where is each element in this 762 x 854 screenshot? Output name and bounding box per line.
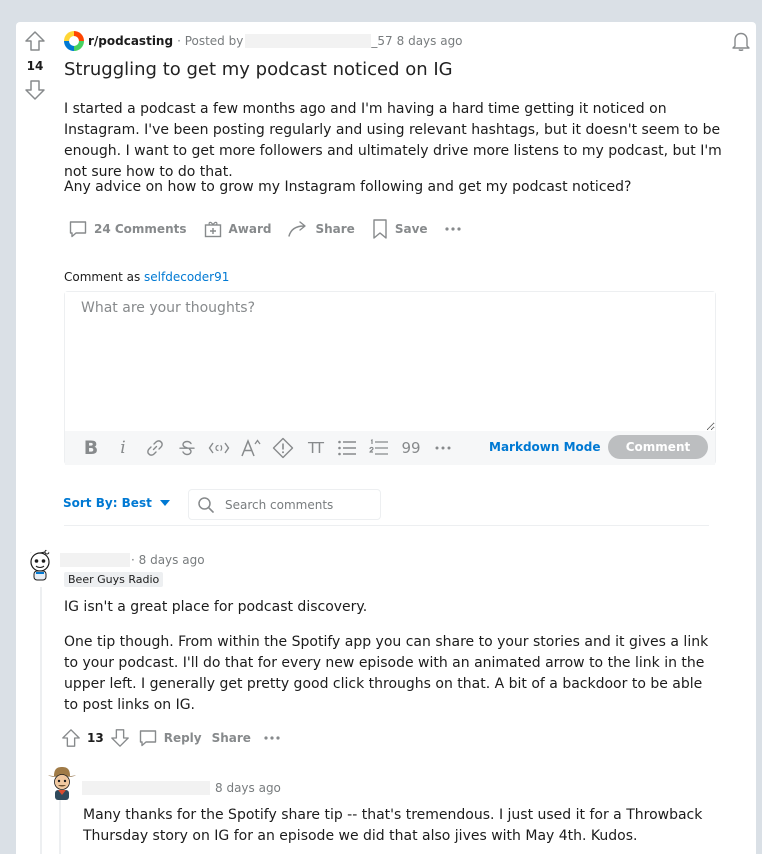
submit-comment-button[interactable]: Comment — [608, 435, 708, 459]
superscript-icon[interactable] — [235, 434, 267, 462]
save-button[interactable]: Save — [365, 214, 434, 244]
caret-down-icon — [159, 500, 170, 506]
heading-button[interactable]: TT — [299, 434, 331, 462]
post-title: Struggling to get my podcast noticed on … — [64, 59, 453, 80]
comments-button[interactable]: 24 Comments — [62, 215, 193, 243]
share-label: Share — [211, 731, 251, 745]
current-username[interactable]: selfdecoder91 — [144, 270, 229, 284]
numbered-list-icon[interactable] — [363, 434, 395, 462]
post-actions: 24 Comments Award Share Save — [62, 214, 478, 244]
author-redacted — [245, 34, 372, 48]
markdown-mode-button[interactable]: Markdown Mode — [489, 440, 601, 454]
more-options-icon[interactable] — [438, 222, 474, 236]
author-suffix[interactable]: _57 — [371, 34, 392, 48]
strikethrough-icon[interactable] — [171, 434, 203, 462]
comment-editor: B i TT 99 — [64, 291, 716, 465]
user-flair: Beer Guys Radio — [64, 572, 164, 587]
comment-icon — [139, 730, 156, 747]
bookmark-icon — [373, 219, 387, 239]
comment-actions: 13 Reply Share — [61, 728, 289, 748]
comment-text: Many thanks for the Spotify share tip --… — [83, 807, 703, 844]
reply-label: Reply — [163, 731, 202, 745]
post-card: 14 r/podcasting · Posted by _57 8 days a… — [16, 22, 756, 854]
comment-score: 13 — [87, 731, 104, 745]
comment-downvote-icon[interactable] — [110, 728, 130, 748]
post-body-paragraph: Any advice on how to grow my Instagram f… — [64, 179, 632, 195]
link-icon[interactable] — [139, 434, 171, 462]
spoiler-icon[interactable] — [267, 434, 299, 462]
post-meta: r/podcasting · Posted by _57 8 days ago — [64, 31, 463, 51]
comment-time[interactable]: · 8 days ago — [131, 553, 205, 567]
quote-button[interactable]: 99 — [395, 434, 427, 462]
subreddit-link[interactable]: r/podcasting — [88, 34, 173, 48]
share-button[interactable]: Share — [281, 215, 360, 243]
comment-meta: · 8 days ago — [60, 553, 205, 567]
comment-text: One tip though. From within the Spotify … — [64, 634, 709, 713]
author-redacted — [60, 553, 130, 567]
comment-icon — [69, 221, 87, 238]
sort-label: Sort By: Best — [63, 496, 152, 510]
comment-time[interactable]: 8 days ago — [215, 781, 281, 795]
comment-share-button[interactable]: Share — [212, 731, 251, 745]
code-icon[interactable] — [203, 434, 235, 462]
italic-button[interactable]: i — [107, 434, 139, 462]
more-formatting-icon[interactable] — [427, 434, 459, 462]
thread-line[interactable] — [59, 800, 61, 854]
posted-by-label: · Posted by — [177, 34, 244, 48]
comments-count: 24 Comments — [94, 222, 187, 236]
reply-button[interactable]: Reply — [138, 728, 202, 748]
bell-icon[interactable] — [730, 30, 752, 52]
award-icon — [204, 221, 221, 238]
comment-meta: 8 days ago — [82, 781, 281, 795]
comment-search-box[interactable] — [188, 489, 381, 520]
section-divider — [64, 525, 709, 526]
bulleted-list-icon[interactable] — [331, 434, 363, 462]
author-redacted — [82, 781, 210, 795]
bold-button[interactable]: B — [75, 434, 107, 462]
upvote-icon[interactable] — [24, 30, 46, 52]
share-label: Share — [315, 222, 355, 236]
cowboy-avatar[interactable] — [46, 766, 78, 802]
thread-line[interactable] — [40, 587, 42, 854]
award-button[interactable]: Award — [197, 215, 278, 243]
comment-textarea[interactable] — [65, 292, 715, 431]
comment-as-label: Comment as — [64, 270, 141, 284]
search-icon — [198, 496, 214, 513]
award-label: Award — [228, 222, 272, 236]
comment-more-icon[interactable] — [263, 735, 281, 741]
comment-text: IG isn't a great place for podcast disco… — [64, 599, 368, 615]
post-body-paragraph: I started a podcast a few months ago and… — [64, 101, 722, 180]
post-score: 14 — [26, 59, 44, 73]
sort-dropdown[interactable]: Sort By: Best — [63, 496, 170, 510]
comment-as-line: Comment as selfdecoder91 — [64, 270, 229, 284]
subreddit-icon — [64, 31, 84, 51]
downvote-icon[interactable] — [24, 79, 46, 101]
comment-upvote-icon[interactable] — [61, 728, 81, 748]
editor-toolbar: B i TT 99 Markdown Mode Comment — [65, 431, 715, 465]
share-icon — [288, 221, 307, 237]
post-time[interactable]: 8 days ago — [397, 34, 463, 48]
snoo-avatar[interactable] — [26, 548, 54, 584]
save-label: Save — [394, 222, 428, 236]
comment-search-input[interactable] — [225, 497, 375, 512]
